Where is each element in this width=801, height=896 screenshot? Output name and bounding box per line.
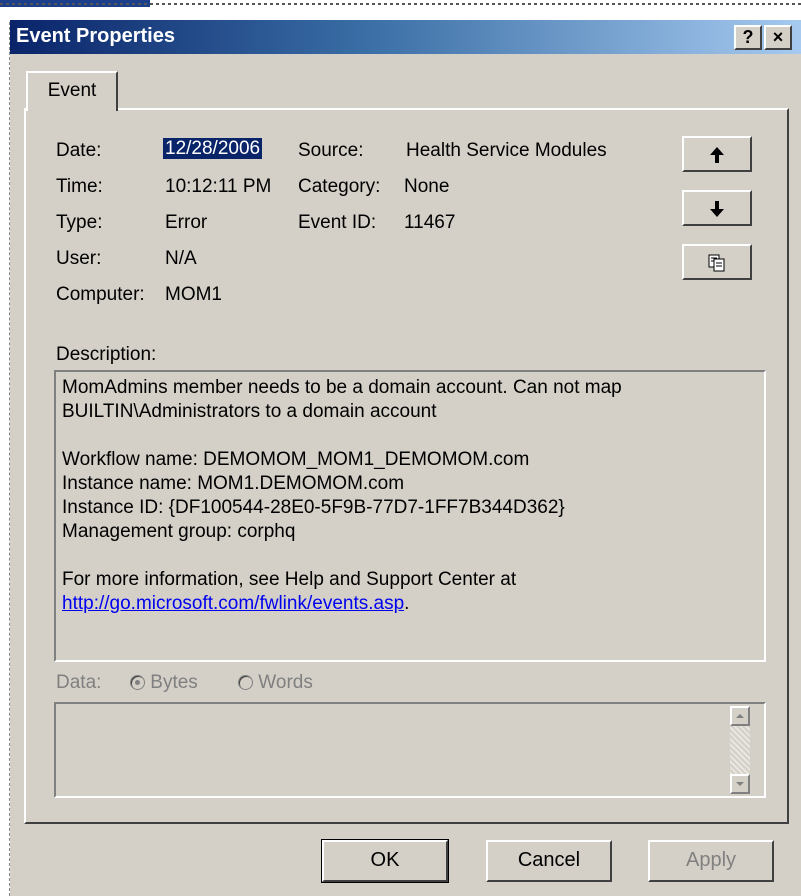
description-blank <box>62 544 758 568</box>
description-link-line: http://go.microsoft.com/fwlink/events.as… <box>62 592 758 616</box>
time-label: Time: <box>56 176 103 197</box>
scroll-down-button[interactable] <box>730 774 750 794</box>
next-event-button[interactable] <box>682 190 752 226</box>
dialog-title: Event Properties <box>16 25 175 47</box>
words-label: Words <box>258 672 313 693</box>
type-label: Type: <box>56 212 103 233</box>
description-label: Description: <box>56 344 157 365</box>
computer-label: Computer: <box>56 284 145 305</box>
date-value-text: 12/28/2006 <box>163 138 263 159</box>
data-scrollbar[interactable] <box>730 706 750 794</box>
category-value: None <box>404 176 450 197</box>
source-label: Source: <box>298 140 364 161</box>
scroll-up-icon <box>736 714 744 718</box>
user-label: User: <box>56 248 102 269</box>
tab-event[interactable]: Event <box>26 71 118 111</box>
previous-event-button[interactable] <box>682 136 752 172</box>
description-line: MomAdmins member needs to be a domain ac… <box>62 377 622 398</box>
background-divider <box>0 3 801 5</box>
cancel-button[interactable]: Cancel <box>486 840 612 882</box>
words-radio[interactable] <box>238 675 253 691</box>
bytes-label: Bytes <box>150 672 198 693</box>
background-edge <box>0 22 10 896</box>
description-line: BUILTIN\Administrators to a domain accou… <box>62 401 437 422</box>
type-value: Error <box>165 212 208 233</box>
bytes-radio[interactable] <box>130 675 145 691</box>
events-help-link[interactable]: http://go.microsoft.com/fwlink/events.as… <box>62 593 404 614</box>
scroll-up-button[interactable] <box>730 706 750 726</box>
date-label: Date: <box>56 140 102 161</box>
data-label: Data: <box>56 672 102 693</box>
event-id-value: 11467 <box>404 212 456 233</box>
date-value[interactable]: 12/28/2006 <box>163 138 263 160</box>
bytes-radio-option[interactable]: Bytes <box>130 672 198 694</box>
description-line: Management group: corphq <box>62 521 296 542</box>
event-id-label: Event ID: <box>298 212 377 233</box>
data-textbox[interactable] <box>54 702 766 798</box>
category-label: Category: <box>298 176 381 197</box>
arrow-up-icon <box>710 147 724 163</box>
close-button[interactable]: × <box>764 25 792 50</box>
description-line: For more information, see Help and Suppo… <box>62 569 517 590</box>
description-line: Workflow name: DEMOMOM_MOM1_DEMOMOM.com <box>62 449 530 470</box>
source-value: Health Service Modules <box>406 140 607 161</box>
copy-button[interactable] <box>682 244 752 280</box>
words-radio-option[interactable]: Words <box>238 672 313 694</box>
help-button[interactable]: ? <box>734 25 762 50</box>
arrow-down-icon <box>710 201 724 217</box>
copy-icon <box>708 254 725 272</box>
description-line: Instance ID: {DF100544-28E0-5F9B-77D7-1F… <box>62 497 565 518</box>
description-line: Instance name: MOM1.DEMOMOM.com <box>62 473 405 494</box>
user-value: N/A <box>165 248 197 269</box>
description-textbox[interactable]: MomAdmins member needs to be a domain ac… <box>54 370 766 662</box>
time-value: 10:12:11 PM <box>165 176 272 197</box>
scroll-down-icon <box>736 782 744 786</box>
ok-button[interactable]: OK <box>321 839 449 883</box>
computer-value: MOM1 <box>165 284 222 305</box>
scroll-track[interactable] <box>730 726 750 774</box>
apply-button[interactable]: Apply <box>648 840 774 882</box>
link-suffix: . <box>404 593 410 614</box>
description-blank <box>62 424 758 448</box>
